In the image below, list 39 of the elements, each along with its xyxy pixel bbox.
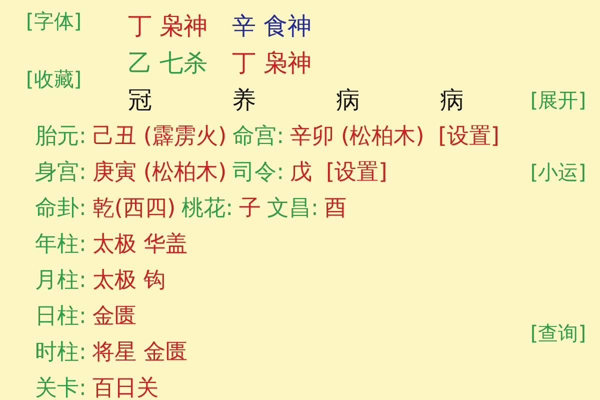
field-label: 司令: <box>232 158 284 186</box>
field-label: 关卡: <box>35 374 86 400</box>
pillar-text: 丁 枭神 <box>128 10 209 42</box>
field-value: 金匮 <box>92 302 136 330</box>
field-label: 命卦: <box>35 194 86 222</box>
expand-button[interactable]: [展开] <box>530 84 586 114</box>
field-value: 将星 金匮 <box>92 338 188 366</box>
field-value: 酉 <box>324 194 346 222</box>
field-value: 己丑 (霹雳火) <box>92 122 227 150</box>
field-label: 命宫: <box>232 122 284 150</box>
life-stage: 冠 <box>128 84 153 116</box>
life-stage: 病 <box>336 84 361 116</box>
field-label: 月柱: <box>35 266 86 294</box>
pillar-text: 辛 食神 <box>232 10 313 42</box>
field-value: 百日关 <box>92 374 158 400</box>
field-label: 身宫: <box>35 158 86 186</box>
field-label: 年柱: <box>35 230 86 258</box>
field-label: 时柱: <box>35 338 86 366</box>
side-button[interactable]: [小运] <box>530 157 586 187</box>
life-stage: 病 <box>440 84 465 116</box>
life-stage: 养 <box>232 84 257 116</box>
side-button[interactable]: [收藏] <box>26 66 128 92</box>
field-label: 胎元: <box>35 122 86 150</box>
field-value: 辛卯 (松柏木) <box>290 122 424 150</box>
field-label: 文昌: <box>267 194 318 222</box>
settings-link[interactable]: [设置] <box>438 120 500 152</box>
field-value: 乾(西四) <box>92 194 176 222</box>
side-button[interactable]: [查询] <box>530 318 586 348</box>
field-value: 戊 <box>290 158 312 186</box>
field-label: 桃花: <box>182 194 234 222</box>
pillar-text: 乙 七杀 <box>128 48 209 78</box>
field-label: 日柱: <box>35 302 86 330</box>
settings-link[interactable]: [设置] <box>326 156 388 188</box>
field-value: 太极 华盖 <box>92 230 188 258</box>
field-value: 庚寅 (松柏木) <box>92 158 227 186</box>
pillar-text: 丁 枭神 <box>232 48 313 78</box>
field-value: 太极 钩 <box>92 266 166 294</box>
field-value: 子 <box>239 194 262 222</box>
side-button[interactable]: [字体] <box>26 8 128 34</box>
